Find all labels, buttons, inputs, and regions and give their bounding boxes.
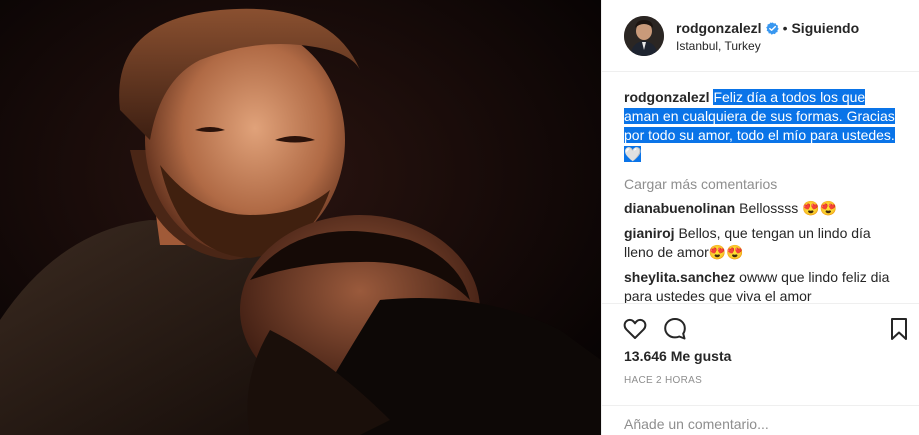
comments-section: rodgonzalezl Feliz día a todos los que a…: [624, 88, 904, 306]
post-photo-art: [0, 0, 601, 435]
avatar-image: [624, 16, 664, 56]
load-more-comments-link[interactable]: Cargar más comentarios: [624, 175, 904, 193]
post-location[interactable]: Istanbul, Turkey: [676, 39, 761, 53]
avatar[interactable]: [624, 16, 664, 56]
header-username[interactable]: rodgonzalezl: [676, 20, 762, 36]
header-user-line: rodgonzalezl • Siguiendo: [676, 18, 859, 38]
heart-icon[interactable]: [622, 316, 648, 342]
post-header: rodgonzalezl • Siguiendo Istanbul, Turke…: [602, 0, 919, 72]
header-separator: •: [782, 20, 788, 36]
post-side-panel: rodgonzalezl • Siguiendo Istanbul, Turke…: [601, 0, 919, 435]
bookmark-icon[interactable]: [886, 316, 912, 342]
post-timestamp[interactable]: HACE 2 HORAS: [624, 375, 702, 386]
likes-count[interactable]: 13.646 Me gusta: [624, 348, 731, 364]
following-button[interactable]: Siguiendo: [791, 20, 859, 36]
post-caption: rodgonzalezl Feliz día a todos los que a…: [624, 88, 904, 164]
comment-username[interactable]: sheylita.sanchez: [624, 269, 735, 285]
caption-username[interactable]: rodgonzalezl: [624, 89, 710, 105]
add-comment-input[interactable]: [624, 414, 904, 434]
comment-item: gianiroj Bellos, que tengan un lindo día…: [624, 224, 904, 262]
comment-text: Bellossss 😍😍: [739, 200, 838, 216]
post-actions: 13.646 Me gusta HACE 2 HORAS: [602, 303, 919, 435]
verified-badge-icon: [765, 21, 779, 35]
comment-username[interactable]: gianiroj: [624, 225, 675, 241]
comment-icon[interactable]: [662, 316, 688, 342]
post-photo[interactable]: [0, 0, 601, 435]
comment-item: dianabuenolinan Bellossss 😍😍: [624, 199, 904, 218]
comment-username[interactable]: dianabuenolinan: [624, 200, 735, 216]
comment-item: sheylita.sanchez owww que lindo feliz di…: [624, 268, 904, 306]
add-comment-area: [602, 405, 919, 435]
